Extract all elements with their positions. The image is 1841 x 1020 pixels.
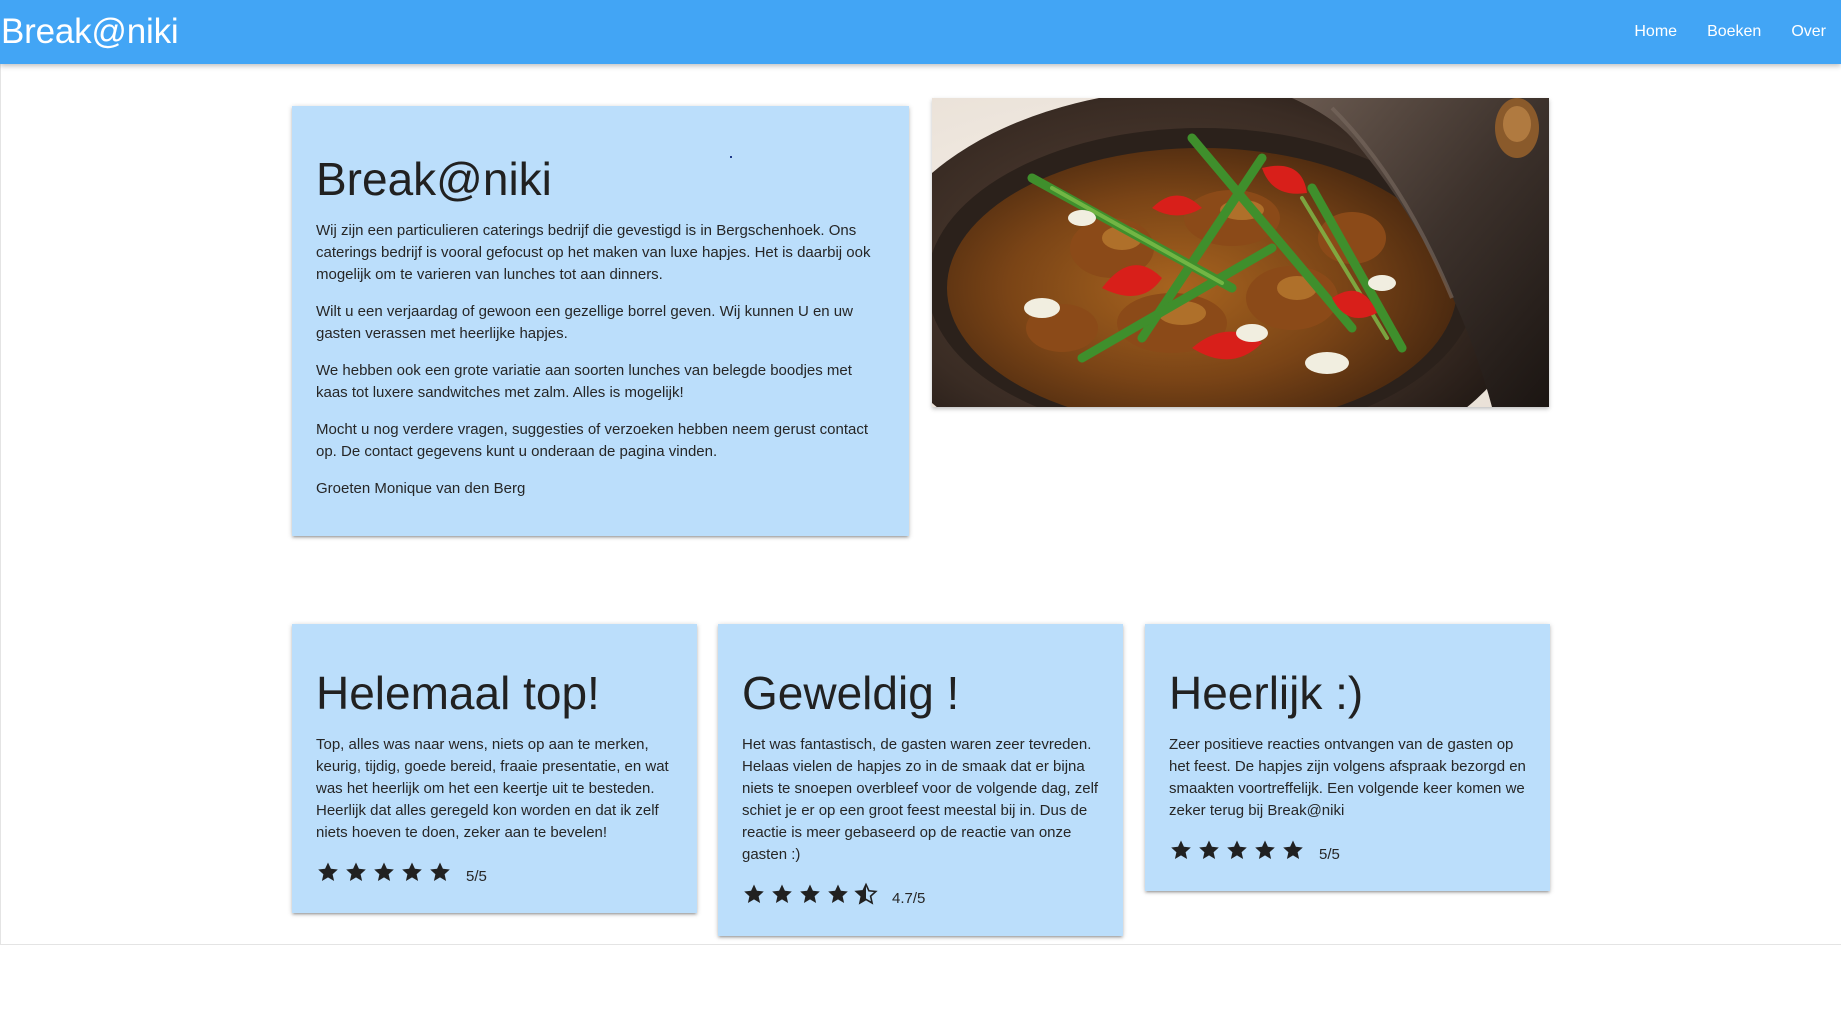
star-icon	[316, 860, 340, 884]
review-text: Het was fantastisch, de gasten waren zee…	[742, 736, 1099, 863]
review-rating: 5/5	[1169, 836, 1526, 864]
brand-logo-link[interactable]: Break@niki	[1, 9, 179, 55]
food-dish-illustration	[932, 98, 1549, 407]
review-text: Top, alles was naar wens, niets op aan t…	[316, 736, 669, 841]
nav-link-home[interactable]: Home	[1619, 0, 1692, 64]
star-icon	[742, 882, 766, 906]
intro-paragraph: We hebben ook een grote variatie aan soo…	[316, 362, 852, 401]
rating-score: 5/5	[1319, 845, 1340, 863]
star-icon	[1281, 838, 1305, 862]
review-title: Heerlijk :)	[1169, 667, 1364, 719]
intro-title: Break@niki	[316, 153, 552, 205]
nav-links: Home Boeken Over	[1619, 0, 1841, 64]
nav-link-boeken[interactable]: Boeken	[1692, 0, 1776, 64]
rating-score: 5/5	[466, 867, 487, 885]
review-rating: 4.7/5	[742, 880, 1099, 908]
intro-paragraph: Wilt u een verjaardag of gewoon een geze…	[316, 303, 853, 342]
star-icon	[826, 882, 850, 906]
review-card: Heerlijk :) Zeer positieve reacties ontv…	[1145, 624, 1550, 891]
food-dish-image	[932, 98, 1549, 407]
star-icon	[428, 860, 452, 884]
decorative-dot	[730, 156, 732, 158]
star-icon	[372, 860, 396, 884]
intro-paragraph: Mocht u nog verdere vragen, suggesties o…	[316, 421, 869, 460]
star-icon	[798, 882, 822, 906]
rating-score: 4.7/5	[892, 889, 926, 907]
intro-card: Break@niki Wij zijn een particulieren ca…	[292, 106, 909, 536]
intro-paragraph: Wij zijn een particulieren caterings bed…	[316, 222, 871, 283]
star-icon	[400, 860, 424, 884]
intro-signature: Groeten Monique van den Berg	[316, 480, 526, 497]
review-card: Helemaal top! Top, alles was naar wens, …	[292, 624, 697, 913]
star-icon	[344, 860, 368, 884]
nav-link-over[interactable]: Over	[1776, 0, 1841, 64]
top-navbar: Break@niki Home Boeken Over	[0, 0, 1841, 64]
star-icon	[1225, 838, 1249, 862]
star-icon	[770, 882, 794, 906]
review-rating: 5/5	[316, 858, 673, 886]
star-icon	[1169, 838, 1193, 862]
star-half-icon	[854, 882, 878, 906]
review-title: Helemaal top!	[316, 667, 600, 719]
review-title: Geweldig !	[742, 667, 960, 719]
review-card: Geweldig ! Het was fantastisch, de gaste…	[718, 624, 1123, 936]
star-icon	[1197, 838, 1221, 862]
star-icon	[1253, 838, 1277, 862]
review-text: Zeer positieve reacties ontvangen van de…	[1169, 736, 1526, 819]
